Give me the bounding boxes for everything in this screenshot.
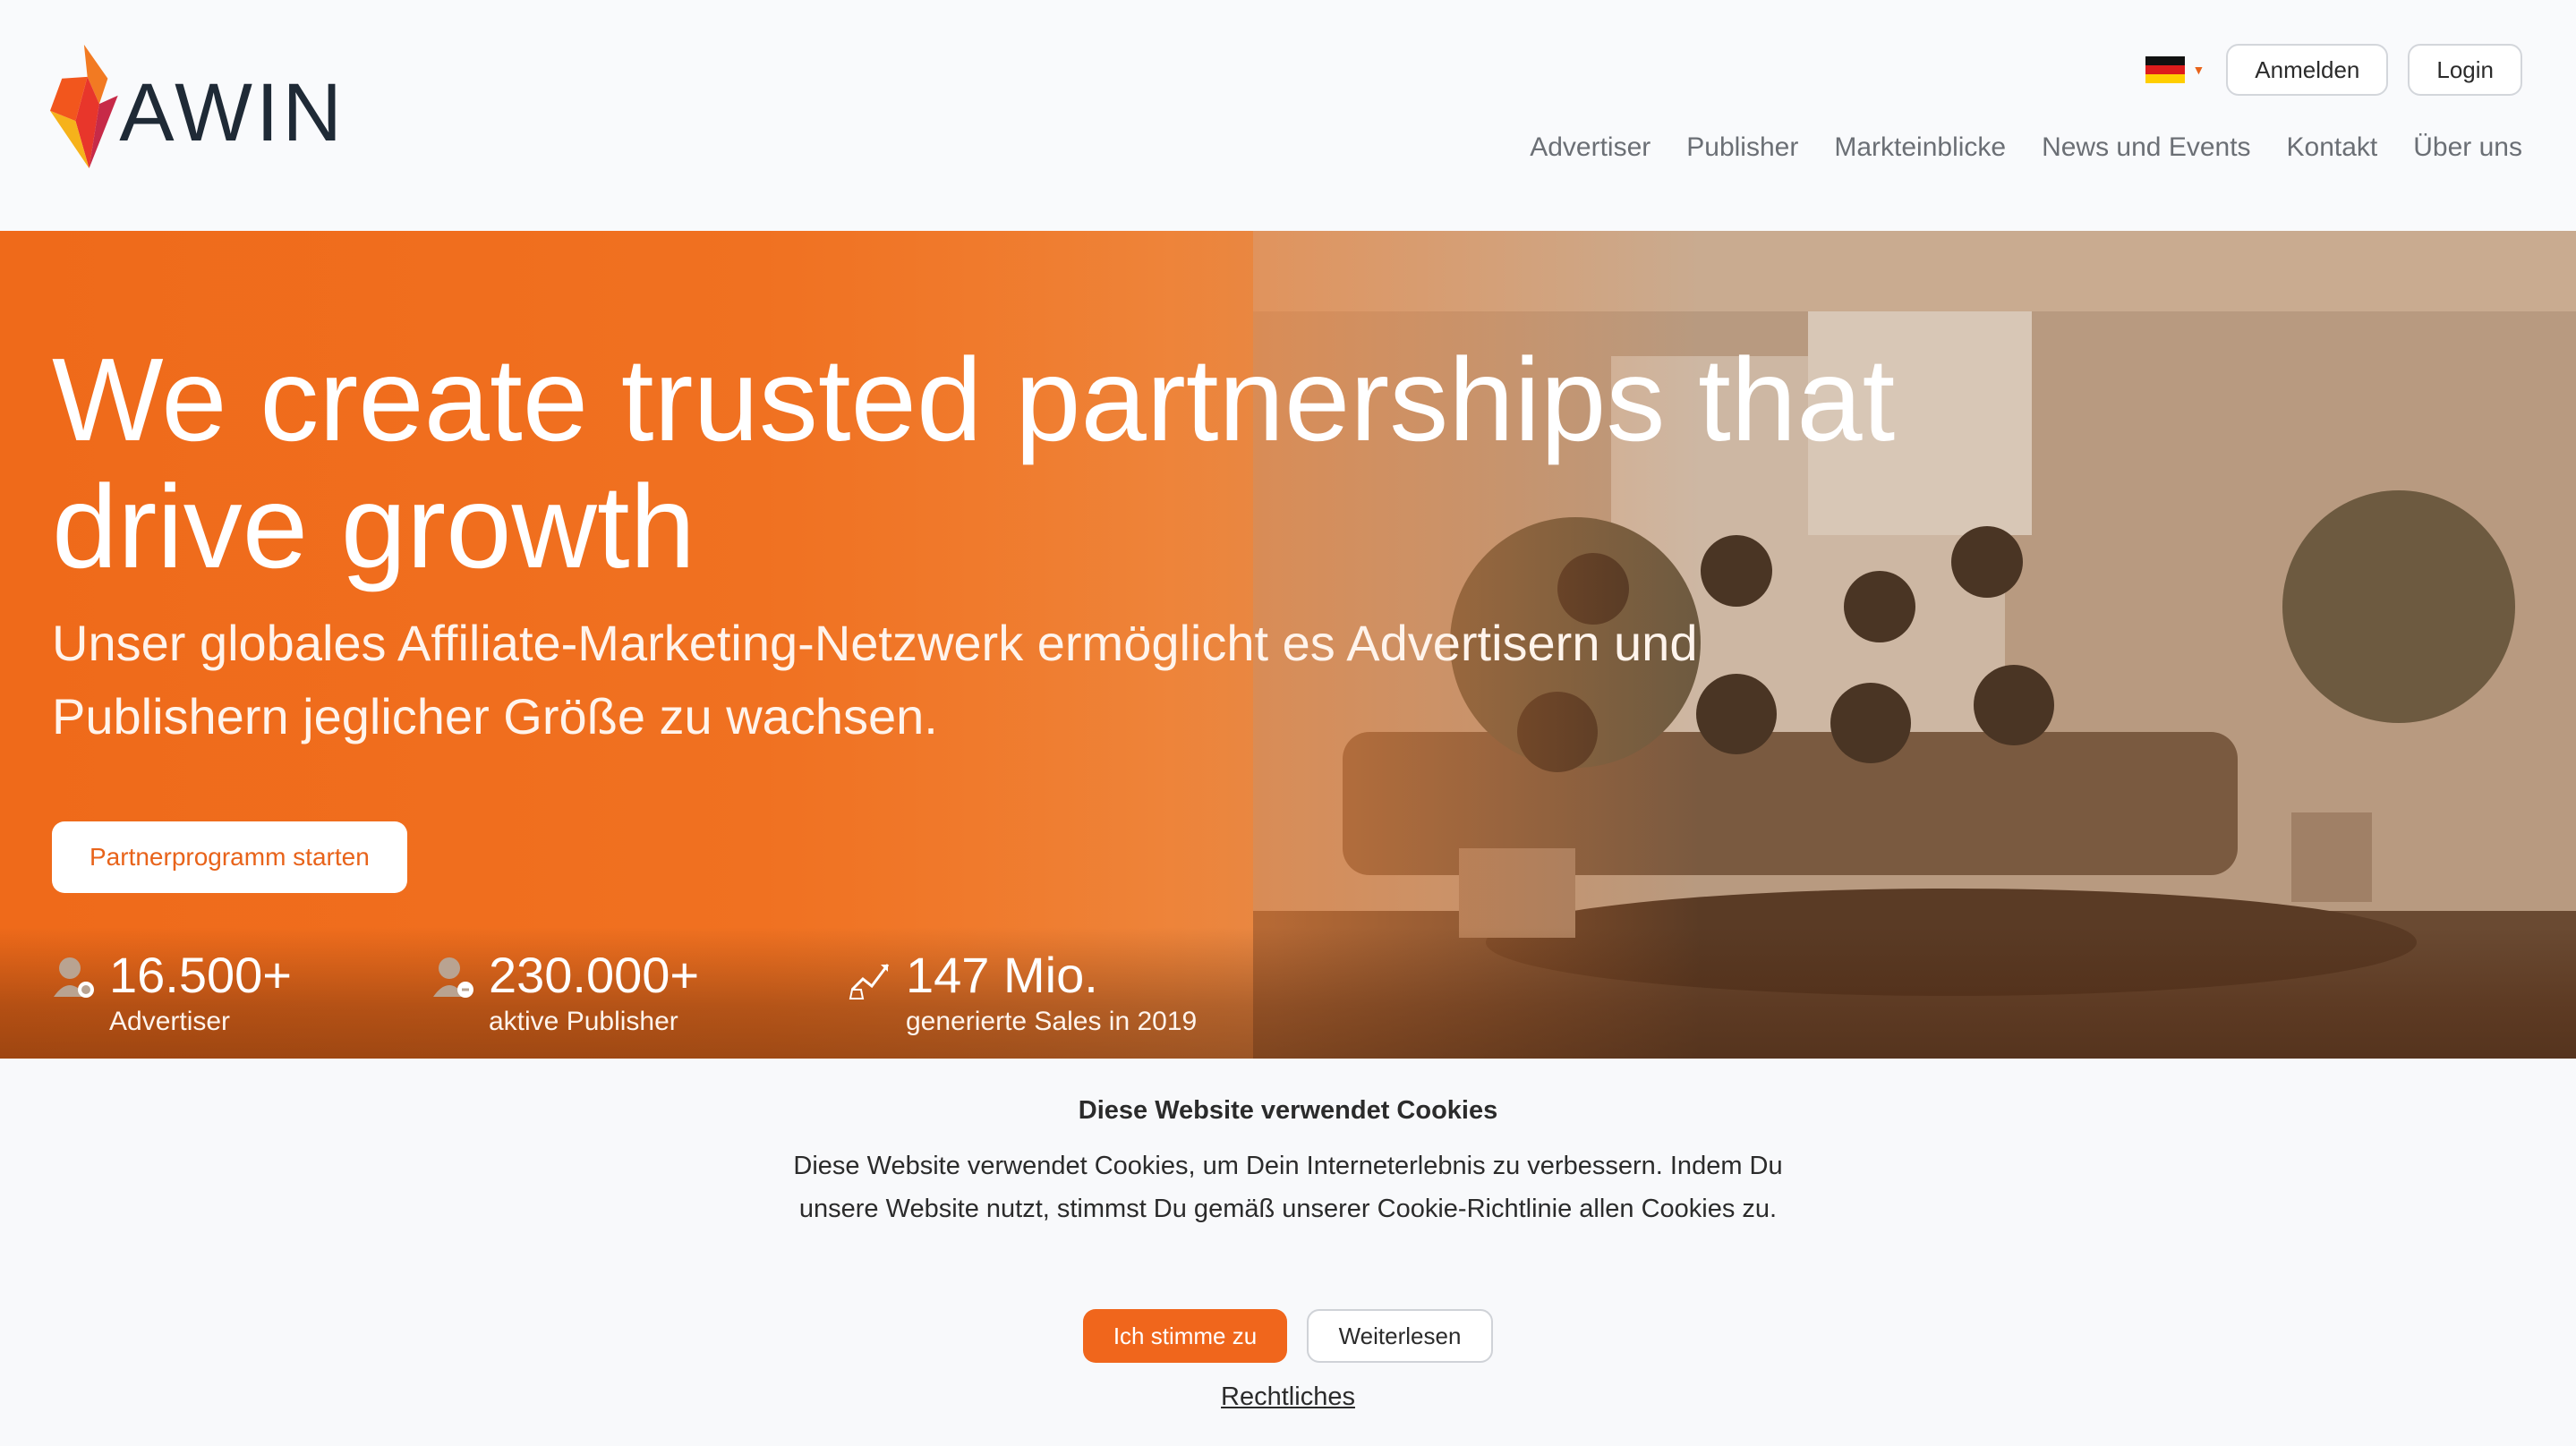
publisher-icon: [433, 957, 473, 998]
header-utility-bar: ▼ Anmelden Login: [2145, 43, 2522, 97]
chevron-down-icon: ▼: [2192, 63, 2205, 77]
logo-wordmark: AWIN: [119, 66, 345, 158]
awin-flame-icon: [50, 44, 118, 169]
stat-label: Advertiser: [109, 1007, 231, 1036]
stat-sales: 147 Mio. generierte Sales in 2019: [849, 947, 1197, 1038]
legal-link[interactable]: Rechtliches: [0, 1382, 2576, 1412]
site-header: AWIN ▼ Anmelden Login Advertiser Publish…: [0, 0, 2576, 231]
sales-chart-icon: [849, 964, 890, 999]
stat-label: generierte Sales in 2019: [906, 1007, 1198, 1036]
cookie-banner: Diese Website verwendet Cookies Diese We…: [0, 1059, 2576, 1446]
nav-kontakt[interactable]: Kontakt: [2287, 132, 2378, 163]
nav-ueber-uns[interactable]: Über uns: [2413, 132, 2522, 163]
main-nav: Advertiser Publisher Markteinblicke News…: [1530, 132, 2522, 163]
stat-value: 147 Mio.: [906, 947, 1098, 1003]
cookie-title: Diese Website verwendet Cookies: [1078, 1096, 1498, 1125]
stat-publishers: 230.000+ aktive Publisher: [431, 947, 699, 1038]
login-button[interactable]: Login: [2408, 44, 2522, 96]
german-flag-icon: [2145, 56, 2186, 83]
start-partner-program-button[interactable]: Partnerprogramm starten: [52, 821, 407, 893]
nav-news-und-events[interactable]: News und Events: [2042, 132, 2250, 163]
accept-cookies-button[interactable]: Ich stimme zu: [1083, 1309, 1287, 1363]
hero-section: We create trusted partnerships that driv…: [0, 231, 2576, 1059]
stat-value: 16.500+: [109, 947, 292, 1003]
stats-band: [0, 927, 2576, 1059]
stat-label: aktive Publisher: [489, 1007, 678, 1036]
cookie-text: Diese Website verwendet Cookies, um Dein…: [793, 1152, 1783, 1223]
awin-logo[interactable]: AWIN: [50, 39, 345, 174]
cookie-actions: Ich stimme zu Weiterlesen: [0, 1309, 2576, 1363]
nav-publisher[interactable]: Publisher: [1686, 132, 1798, 163]
nav-advertiser[interactable]: Advertiser: [1530, 132, 1651, 163]
hero-subtitle: Unser globales Affiliate-Marketing-Netzw…: [52, 615, 1698, 744]
hero-title: We create trusted partnerships that driv…: [52, 334, 1896, 592]
language-selector[interactable]: ▼: [2145, 56, 2205, 83]
stat-advertisers: 16.500+ Advertiser: [52, 947, 292, 1038]
anmelden-button[interactable]: Anmelden: [2226, 44, 2389, 96]
nav-markteinblicke[interactable]: Markteinblicke: [1834, 132, 2006, 163]
read-more-button[interactable]: Weiterlesen: [1307, 1309, 1493, 1363]
advertiser-icon: [54, 957, 94, 998]
stat-value: 230.000+: [489, 947, 700, 1003]
